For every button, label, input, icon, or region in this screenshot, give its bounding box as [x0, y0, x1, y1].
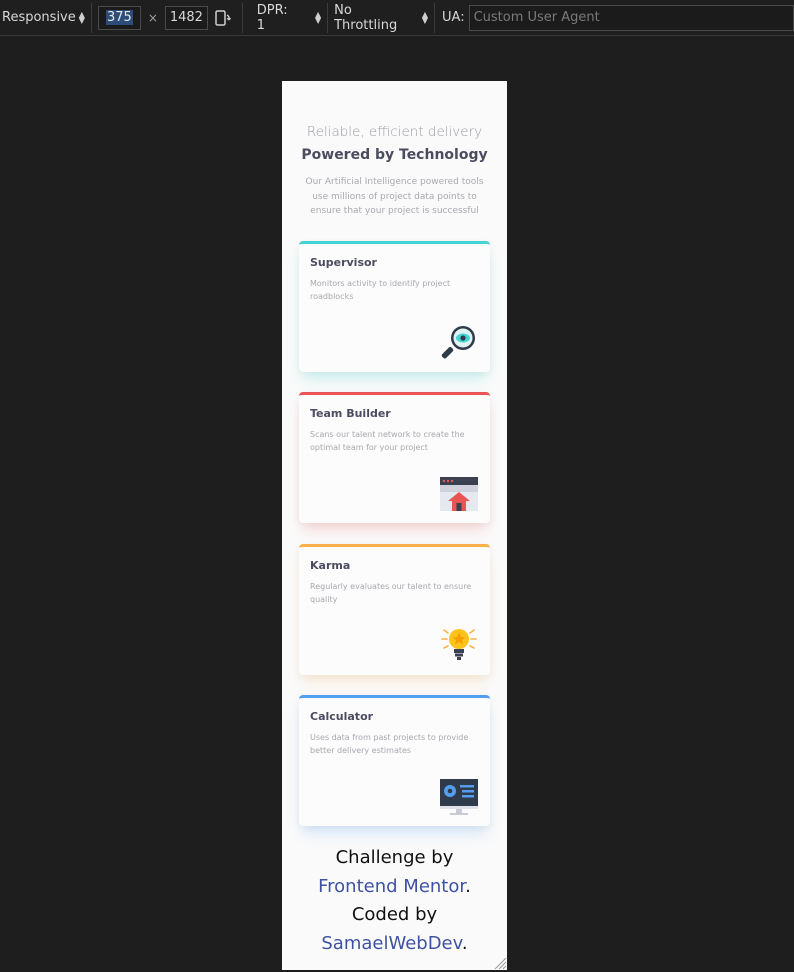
karma-icon: [441, 629, 477, 660]
user-agent-input[interactable]: Custom User Agent: [468, 4, 794, 31]
card-title: Supervisor: [310, 256, 377, 269]
responsive-viewport: Reliable, efficient delivery Powered by …: [282, 81, 507, 970]
throttling-select[interactable]: No Throttling ▲ ▼: [328, 0, 434, 35]
updown-arrows-icon: ▲ ▼: [314, 9, 322, 25]
supervisor-icon: [441, 326, 475, 359]
card-calculator: Calculator Uses data from past projects …: [299, 695, 490, 826]
card-team-builder: Team Builder Scans our talent network to…: [299, 392, 490, 523]
card-supervisor: Supervisor Monitors activity to identify…: [299, 241, 490, 372]
card-text: Uses data from past projects to provide …: [310, 733, 469, 755]
page-description: Our Artificial Intelligence powered tool…: [305, 177, 484, 216]
attribution-prefix: Challenge by: [335, 847, 454, 868]
card-text: Monitors activity to identify project ro…: [310, 279, 451, 301]
user-agent-placeholder: Custom User Agent: [473, 10, 600, 25]
times-sign: ×: [147, 10, 158, 25]
intro-section: Reliable, efficient delivery Powered by …: [282, 124, 507, 219]
period: .: [465, 875, 471, 897]
width-input[interactable]: 375: [97, 5, 141, 30]
card-title: Team Builder: [310, 407, 391, 420]
device-select[interactable]: Responsive ▲ ▼: [0, 0, 91, 35]
ua-label: UA:: [442, 10, 465, 25]
device-toolbar: Responsive ▲ ▼ 375 × 1482 DPR: 1 ▲ ▼ No Th…: [0, 0, 794, 36]
updown-arrows-icon: ▲ ▼: [78, 9, 85, 25]
throttling-label: No Throttling: [334, 2, 398, 33]
divider: [90, 2, 92, 33]
attribution-middle: Coded by: [351, 904, 438, 925]
card-title: Calculator: [310, 710, 374, 723]
dpr-select[interactable]: DPR: 1 ▲ ▼: [243, 0, 327, 35]
frontend-mentor-link[interactable]: Frontend Mentor: [318, 876, 465, 897]
card-text: Regularly evaluates our talent to ensure…: [310, 582, 472, 604]
card-title: Karma: [310, 559, 351, 572]
dpr-label: DPR: 1: [256, 2, 288, 33]
device-select-label: Responsive: [2, 10, 76, 25]
height-input[interactable]: 1482: [164, 5, 208, 30]
team-builder-icon: [440, 477, 478, 511]
attribution: Challenge by Frontend Mentor. Coded by S…: [282, 844, 507, 958]
calculator-icon: [440, 779, 478, 815]
resize-grip-icon[interactable]: [491, 954, 507, 970]
rotate-device-icon: [215, 9, 231, 26]
period: .: [461, 932, 468, 954]
width-value: 375: [105, 10, 133, 25]
page-kicker: Reliable, efficient delivery: [306, 124, 483, 140]
rotate-button[interactable]: [208, 0, 238, 35]
page-title: Powered by Technology: [301, 147, 488, 163]
card-text: Scans our talent network to create the o…: [310, 430, 465, 452]
updown-arrows-icon: ▲ ▼: [421, 9, 429, 25]
card-karma: Karma Regularly evaluates our talent to …: [299, 544, 490, 675]
height-value: 1482: [169, 10, 203, 25]
author-link[interactable]: SamaelWebDev: [321, 933, 462, 954]
